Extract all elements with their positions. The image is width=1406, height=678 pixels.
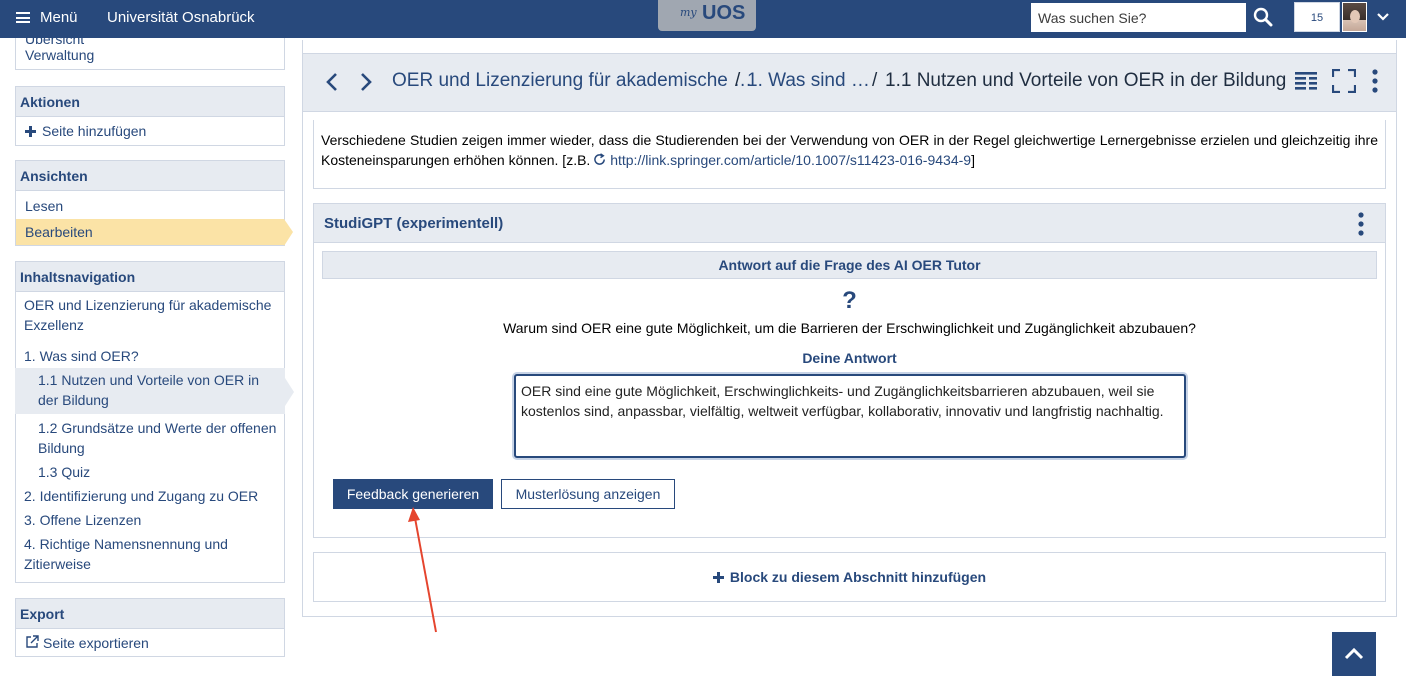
fullscreen-icon[interactable] bbox=[1332, 69, 1356, 93]
university-link-overlay[interactable]: Universität Osnabrück bbox=[107, 9, 255, 26]
studigpt-block: StudiGPT (experimentell) Antwort auf die… bbox=[313, 203, 1386, 538]
add-page-label: Seite hinzufügen bbox=[42, 123, 147, 139]
content-navigation-heading: Inhaltsnavigation bbox=[16, 262, 284, 292]
text-bracket-close: ] bbox=[971, 152, 975, 168]
add-block-button[interactable]: Block zu diesem Abschnitt hinzufügen bbox=[313, 552, 1386, 602]
plus-icon bbox=[712, 572, 724, 583]
nav-item-1-2[interactable]: 1.2 Grundsätze und Werte der offenen Bil… bbox=[38, 418, 283, 458]
nav-root-course[interactable]: OER und Lizenzierung für akademische Exz… bbox=[24, 295, 274, 335]
sidebar-export-box: Export Seite exportieren bbox=[15, 598, 285, 657]
chevron-right-icon[interactable] bbox=[359, 72, 373, 92]
more-options-icon[interactable] bbox=[1356, 212, 1366, 236]
answer-label: Deine Antwort bbox=[802, 350, 897, 366]
external-link-icon bbox=[26, 635, 39, 648]
question-text: Warum sind OER eine gute Möglichkeit, um… bbox=[503, 320, 1196, 336]
nav-item-1-1[interactable]: 1.1 Nutzen und Vorteile von OER in der B… bbox=[38, 370, 283, 410]
nav-item-1[interactable]: 1. Was sind OER? bbox=[24, 346, 139, 366]
studigpt-title: StudiGPT (experimentell) bbox=[324, 215, 504, 232]
show-solution-button[interactable]: Musterlösung anzeigen bbox=[501, 479, 675, 509]
table-of-contents-icon[interactable] bbox=[1294, 69, 1318, 93]
link-icon bbox=[594, 153, 606, 165]
avatar[interactable] bbox=[1342, 2, 1367, 32]
nav-item-2[interactable]: 2. Identifizierung und Zugang zu OER bbox=[24, 486, 258, 506]
menu-label-overlay: Menü bbox=[40, 9, 78, 26]
notifications-badge[interactable]: 15 bbox=[1294, 2, 1340, 32]
export-page-link[interactable]: Seite exportieren bbox=[16, 629, 284, 656]
menu-icon bbox=[16, 12, 30, 23]
question-header: Antwort auf die Frage des AI OER Tutor bbox=[322, 251, 1377, 279]
nav-item-4[interactable]: 4. Richtige Namensnennung und Zitierweis… bbox=[24, 534, 264, 574]
sidebar-item-verwaltung[interactable]: Verwaltung bbox=[25, 45, 94, 65]
export-heading: Export bbox=[16, 599, 284, 629]
page-title: 1.1 Nutzen und Vorteile von OER in der B… bbox=[885, 70, 1287, 91]
logo-uos-text: UOS bbox=[702, 2, 746, 24]
view-edit[interactable]: Bearbeiten bbox=[16, 219, 293, 246]
chevron-down-icon[interactable] bbox=[1376, 11, 1390, 23]
chevron-left-icon[interactable] bbox=[325, 72, 339, 92]
more-options-icon[interactable] bbox=[1370, 69, 1380, 93]
nav-item-3[interactable]: 3. Offene Lizenzen bbox=[24, 510, 141, 530]
studigpt-heading: StudiGPT (experimentell) bbox=[314, 204, 1385, 243]
menu-button-overlay[interactable]: Menü bbox=[16, 9, 78, 26]
myuos-logo[interactable]: my UOS bbox=[658, 0, 756, 31]
breadcrumb-separator: / bbox=[735, 70, 741, 91]
actions-heading: Aktionen bbox=[16, 87, 284, 117]
add-block-label: Block zu diesem Abschnitt hinzufügen bbox=[729, 569, 987, 585]
view-read[interactable]: Lesen bbox=[16, 191, 284, 219]
breadcrumb-course[interactable]: OER und Lizenzierung für akademische … bbox=[392, 70, 752, 92]
sidebar-navigation-box: Übersicht Verwaltung bbox=[15, 31, 285, 70]
page-header-bar: OER und Lizenzierung für akademische … /… bbox=[302, 53, 1397, 112]
logo-my-text: my bbox=[680, 6, 697, 19]
source-link[interactable]: http://link.springer.com/article/10.1007… bbox=[610, 152, 971, 168]
text-block: Verschiedene Studien zeigen immer wieder… bbox=[313, 120, 1386, 189]
sidebar-actions-box: Aktionen Seite hinzufügen bbox=[15, 86, 285, 146]
sidebar-views-box: Ansichten Lesen Bearbeiten bbox=[15, 160, 293, 246]
scroll-to-top-button[interactable] bbox=[1332, 632, 1376, 676]
breadcrumb-separator: / bbox=[872, 70, 878, 91]
views-heading: Ansichten bbox=[16, 161, 284, 191]
question-mark-icon: ? bbox=[842, 287, 857, 314]
plus-icon bbox=[25, 126, 36, 137]
export-page-label: Seite exportieren bbox=[43, 635, 149, 651]
nav-item-1-3[interactable]: 1.3 Quiz bbox=[38, 462, 283, 482]
add-page-link[interactable]: Seite hinzufügen bbox=[16, 117, 284, 144]
search-icon[interactable] bbox=[1252, 6, 1274, 28]
breadcrumb-chapter[interactable]: 1. Was sind … bbox=[747, 70, 870, 92]
chevron-up-icon bbox=[1344, 647, 1364, 660]
generate-feedback-button[interactable]: Feedback generieren bbox=[333, 479, 493, 509]
answer-textarea[interactable]: OER sind eine gute Möglichkeit, Erschwin… bbox=[514, 374, 1186, 458]
search-input[interactable] bbox=[1031, 3, 1246, 32]
